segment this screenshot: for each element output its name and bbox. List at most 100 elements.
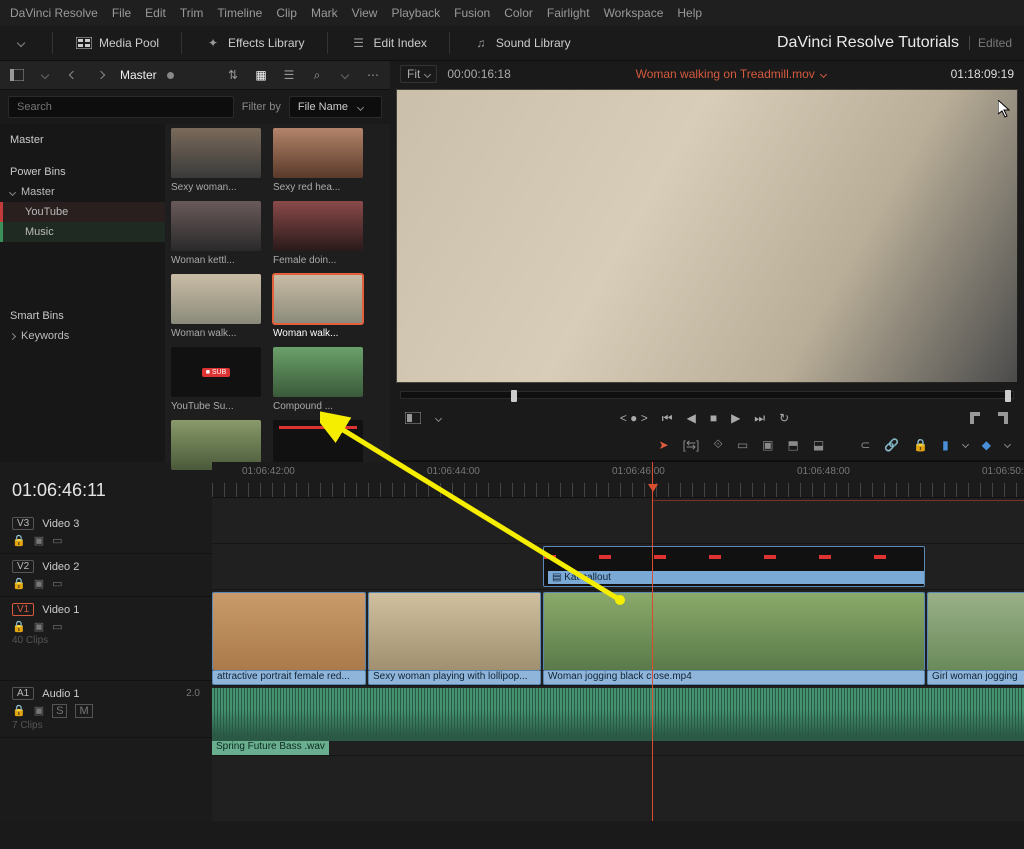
filter-select[interactable]: File Name bbox=[289, 96, 382, 118]
chevron-down-icon[interactable] bbox=[36, 66, 54, 84]
menu-item[interactable]: Workspace bbox=[604, 6, 664, 20]
bin-youtube[interactable]: YouTube bbox=[0, 202, 165, 222]
bin-music[interactable]: Music bbox=[0, 222, 165, 242]
clip-thumb[interactable]: Woman walk... bbox=[273, 274, 363, 339]
track-lane-a1[interactable]: Spring Future Bass .wav bbox=[212, 686, 1024, 756]
menu-item[interactable]: Color bbox=[504, 6, 533, 20]
mark-out-icon[interactable] bbox=[996, 412, 1010, 424]
scrub-out-handle[interactable] bbox=[1005, 390, 1011, 402]
expand-dropdown[interactable] bbox=[12, 34, 30, 52]
menu-item[interactable]: Playback bbox=[391, 6, 440, 20]
viewer-scrubber[interactable] bbox=[400, 391, 1014, 399]
auto-select-icon[interactable]: ▣ bbox=[34, 577, 44, 590]
menu-item[interactable]: Trim bbox=[180, 6, 204, 20]
menu-item[interactable]: Fusion bbox=[454, 6, 490, 20]
clip-thumb[interactable]: Woman walk... bbox=[171, 274, 261, 339]
lock-icon[interactable]: 🔒 bbox=[12, 620, 26, 633]
clip-thumb[interactable]: ■ SUBYouTube Su... bbox=[171, 347, 261, 412]
bin-master[interactable]: Master bbox=[0, 182, 165, 202]
menu-item[interactable]: Edit bbox=[145, 6, 166, 20]
append-tool-icon[interactable]: ⬓ bbox=[813, 438, 824, 452]
snap-icon[interactable]: ⊂ bbox=[860, 438, 870, 452]
mute-icon[interactable]: M bbox=[75, 704, 92, 718]
list-view-icon[interactable]: ☰ bbox=[280, 66, 298, 84]
menu-item[interactable]: Timeline bbox=[217, 6, 262, 20]
search-icon[interactable]: ⌕ bbox=[308, 66, 326, 84]
visibility-icon[interactable]: ▭ bbox=[52, 534, 62, 547]
nav-forward-icon[interactable] bbox=[92, 66, 110, 84]
media-pool-button[interactable]: Media Pool bbox=[75, 34, 159, 52]
flag-icon[interactable]: ▮ bbox=[942, 438, 949, 452]
effects-library-button[interactable]: ✦ Effects Library bbox=[204, 34, 304, 52]
menu-item[interactable]: View bbox=[352, 6, 378, 20]
clip-thumb[interactable]: Woman kettl... bbox=[171, 201, 261, 266]
bin-root[interactable]: Master bbox=[0, 128, 165, 152]
sound-library-button[interactable]: ♫ Sound Library bbox=[472, 34, 571, 52]
menu-item[interactable]: Mark bbox=[311, 6, 338, 20]
trim-tool-icon[interactable]: [⇆] bbox=[683, 438, 700, 452]
stop-icon[interactable]: ■ bbox=[710, 411, 717, 425]
edit-index-button[interactable]: ☰ Edit Index bbox=[350, 34, 427, 52]
play-reverse-icon[interactable]: ◀ bbox=[687, 411, 696, 425]
track-header-v3[interactable]: V3Video 3 🔒▣▭ bbox=[0, 511, 212, 554]
nav-back-icon[interactable] bbox=[64, 66, 82, 84]
selection-tool-icon[interactable]: ➤ bbox=[659, 438, 669, 452]
menu-item[interactable]: Clip bbox=[276, 6, 297, 20]
track-header-v2[interactable]: V2Video 2 🔒▣▭ bbox=[0, 554, 212, 597]
menu-item[interactable]: DaVinci Resolve bbox=[10, 6, 98, 20]
clip-thumb[interactable]: Sexy red hea... bbox=[273, 128, 363, 193]
bin-keywords[interactable]: Keywords bbox=[0, 326, 165, 346]
menu-item[interactable]: Help bbox=[677, 6, 702, 20]
auto-select-icon[interactable]: ▣ bbox=[34, 620, 44, 633]
lock-icon[interactable]: 🔒 bbox=[12, 577, 26, 590]
track-header-v1[interactable]: V1Video 1 🔒▣▭ 40 Clips bbox=[0, 597, 212, 681]
timeline-clip[interactable] bbox=[543, 592, 925, 671]
go-last-icon[interactable]: ⏭ bbox=[754, 411, 765, 426]
clip-thumb[interactable]: Sexy woman... bbox=[171, 128, 261, 193]
track-header-a1[interactable]: A1Audio 12.0 🔒▣SM 7 Clips bbox=[0, 681, 212, 738]
more-icon[interactable]: ⋯ bbox=[364, 66, 382, 84]
menu-item[interactable]: Fairlight bbox=[547, 6, 590, 20]
solo-icon[interactable]: S bbox=[52, 704, 67, 718]
timeline-clip[interactable] bbox=[212, 592, 366, 671]
auto-select-icon[interactable]: ▣ bbox=[34, 534, 44, 547]
blade-tool-icon[interactable]: ⟐ bbox=[713, 437, 722, 452]
sort-icon[interactable]: ⇅ bbox=[224, 66, 242, 84]
play-icon[interactable]: ▶ bbox=[731, 411, 740, 425]
browser-path[interactable]: Master bbox=[120, 68, 157, 82]
grid-view-icon[interactable]: ▦ bbox=[252, 66, 270, 84]
search-input[interactable] bbox=[8, 96, 234, 118]
timeline-clip[interactable] bbox=[927, 592, 1024, 671]
menu-item[interactable]: File bbox=[112, 6, 131, 20]
visibility-icon[interactable]: ▭ bbox=[52, 620, 62, 633]
scrub-in-handle[interactable] bbox=[511, 390, 517, 402]
visibility-icon[interactable]: ▭ bbox=[52, 577, 62, 590]
auto-select-icon[interactable]: ▣ bbox=[34, 704, 44, 718]
chevron-down-icon[interactable] bbox=[336, 66, 354, 84]
viewer-clip-name[interactable]: Woman walking on Treadmill.mov bbox=[636, 67, 826, 81]
timeline-clip-kat[interactable]: ▤ Kat callout bbox=[543, 546, 925, 587]
lock-icon[interactable]: 🔒 bbox=[12, 534, 26, 547]
viewer-screen[interactable] bbox=[396, 89, 1018, 383]
timeline-canvas[interactable]: 01:06:42:00 01:06:44:00 01:06:46:00 01:0… bbox=[212, 462, 1024, 821]
loop-icon[interactable]: ↻ bbox=[779, 411, 789, 425]
lock-icon[interactable]: 🔒 bbox=[12, 704, 26, 718]
track-lane-v3[interactable] bbox=[212, 498, 1024, 544]
timeline-ruler[interactable]: 01:06:42:00 01:06:44:00 01:06:46:00 01:0… bbox=[212, 462, 1024, 498]
go-first-icon[interactable]: ⏮ bbox=[662, 411, 673, 426]
track-lane-v2[interactable]: ▤ Kat callout bbox=[212, 544, 1024, 590]
match-frame-icon[interactable]: < ● > bbox=[620, 411, 648, 425]
timeline-audio-clip[interactable] bbox=[212, 688, 1024, 741]
replace-tool-icon[interactable]: ⬒ bbox=[788, 438, 799, 452]
link-icon[interactable]: 🔗 bbox=[884, 438, 899, 452]
timeline-clip[interactable] bbox=[368, 592, 541, 671]
lock-icon[interactable]: 🔒 bbox=[913, 438, 928, 452]
zoom-fit-select[interactable]: Fit bbox=[400, 65, 437, 83]
mark-in-icon[interactable] bbox=[968, 412, 982, 424]
sidebar-toggle-icon[interactable] bbox=[8, 66, 26, 84]
clip-thumb[interactable]: Compound ... bbox=[273, 347, 363, 412]
insert-tool-icon[interactable]: ▭ bbox=[737, 438, 748, 452]
viewer-mode-icon[interactable] bbox=[404, 409, 422, 427]
clip-thumb[interactable]: Female doin... bbox=[273, 201, 363, 266]
overwrite-tool-icon[interactable]: ▣ bbox=[762, 438, 773, 452]
